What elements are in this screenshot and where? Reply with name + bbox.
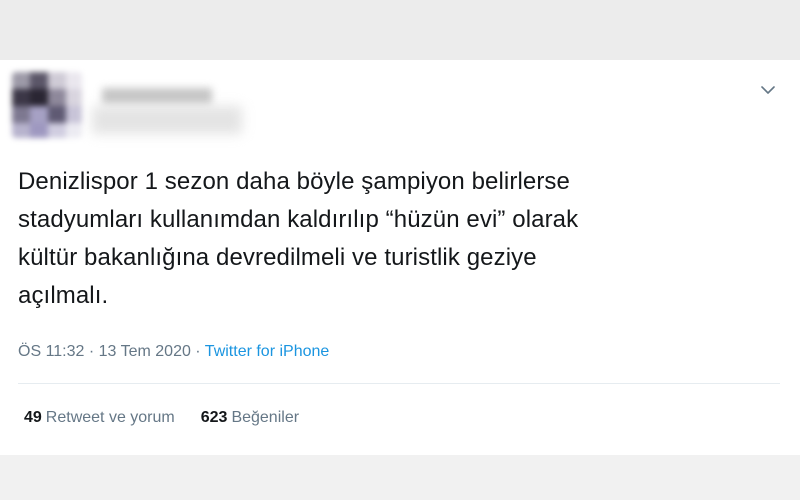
tweet-author[interactable] [12,70,252,140]
avatar[interactable] [12,72,82,138]
likes-label: Beğeniler [231,409,300,426]
tweet-card: Denizlispor 1 sezon daha böyle şampiyon … [0,60,800,455]
author-name-blurred[interactable] [102,88,212,104]
likes-stat[interactable]: 623 Beğeniler [201,409,299,427]
tweet-stats: 49 Retweet ve yorum 623 Beğeniler [24,409,299,427]
author-handle-blurred [92,106,242,134]
meta-separator: · [190,343,205,360]
likes-count: 623 [200,409,228,426]
retweets-stat[interactable]: 49 Retweet ve yorum [24,409,175,427]
page-background-bottom [0,455,800,500]
retweets-count: 49 [24,409,42,426]
tweet-text: Denizlispor 1 sezon daha böyle şampiyon … [18,168,579,309]
page-background-top [0,0,800,60]
meta-separator: · [84,343,99,360]
tweet-time[interactable]: ÖS 11:32 [18,343,84,360]
tweet-source-link[interactable]: Twitter for iPhone [205,343,330,360]
chevron-down-icon[interactable] [756,78,780,102]
tweet-date[interactable]: 13 Tem 2020 [99,343,191,360]
divider [18,383,780,384]
retweets-label: Retweet ve yorum [45,409,175,426]
tweet-meta: ÖS 11:32 · 13 Tem 2020 · Twitter for iPh… [18,343,329,361]
